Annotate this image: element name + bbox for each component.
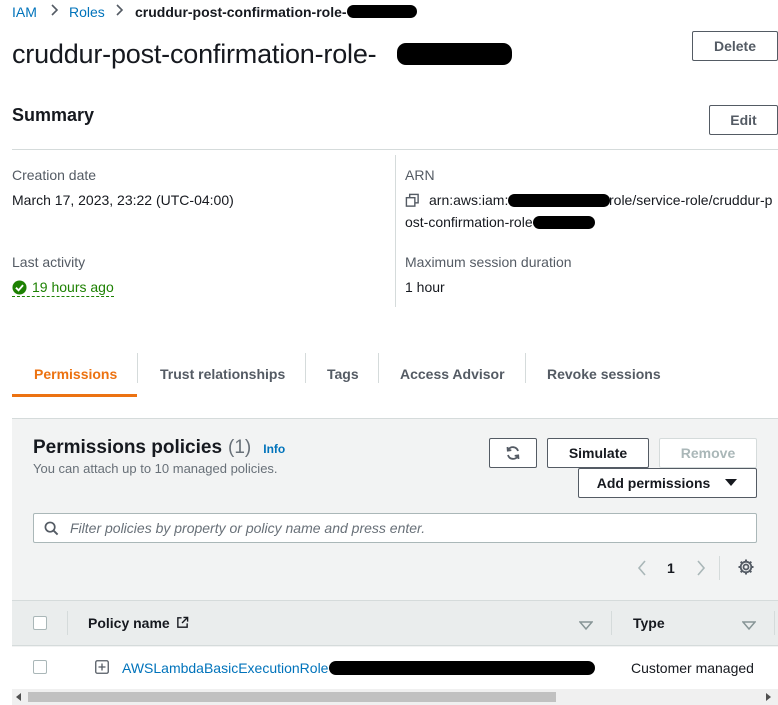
- chevron-right-icon: [115, 2, 125, 23]
- expand-plus-icon[interactable]: [95, 660, 109, 679]
- page-number[interactable]: 1: [667, 560, 675, 576]
- search-icon: [44, 521, 59, 536]
- delete-button[interactable]: Delete: [692, 31, 778, 61]
- tab-tags[interactable]: Tags: [327, 352, 359, 396]
- chevron-right-icon: [50, 2, 60, 23]
- next-page-icon[interactable]: [695, 559, 707, 582]
- horizontal-scrollbar[interactable]: [12, 689, 778, 705]
- column-divider: [774, 611, 775, 635]
- table-row: AWSLambdaBasicExecutionRole Customer man…: [12, 647, 778, 689]
- search-input[interactable]: [68, 514, 748, 542]
- redaction-mark: [329, 661, 595, 675]
- column-policy-name[interactable]: Policy name: [88, 615, 170, 631]
- refresh-icon: [506, 446, 520, 460]
- policy-type: Customer managed: [631, 660, 754, 676]
- add-permissions-button[interactable]: Add permissions: [578, 468, 757, 498]
- tab-revoke-sessions[interactable]: Revoke sessions: [547, 352, 661, 396]
- column-divider: [395, 155, 396, 307]
- sort-caret-down-icon[interactable]: [741, 618, 757, 636]
- last-activity-text: 19 hours ago: [32, 279, 114, 295]
- settings-gear-icon[interactable]: [737, 558, 755, 581]
- max-session-label: Maximum session duration: [405, 254, 572, 270]
- summary-heading: Summary: [12, 105, 95, 125]
- arn-prefix: arn:aws:iam:: [429, 192, 509, 208]
- redaction-mark: [533, 216, 595, 229]
- column-divider: [67, 611, 68, 635]
- refresh-button[interactable]: [489, 438, 537, 468]
- creation-date-value: March 17, 2023, 23:22 (UTC-04:00): [12, 192, 234, 208]
- page-title: cruddur-post-confirmation-role-: [12, 39, 377, 69]
- tab-separator: [378, 353, 379, 383]
- row-checkbox[interactable]: [33, 660, 47, 674]
- select-all-checkbox[interactable]: [33, 616, 47, 630]
- active-tab-indicator: [12, 394, 137, 397]
- tab-separator: [305, 353, 306, 383]
- column-divider: [611, 611, 612, 635]
- simulate-button[interactable]: Simulate: [547, 438, 649, 468]
- permissions-subtitle: You can attach up to 10 managed policies…: [33, 461, 278, 476]
- search-box: [33, 513, 757, 543]
- breadcrumb-roles-link[interactable]: Roles: [69, 4, 105, 20]
- permissions-title: Permissions policies: [33, 437, 223, 458]
- arn-label: ARN: [405, 167, 435, 183]
- divider: [12, 149, 778, 150]
- scroll-right-icon[interactable]: [764, 693, 772, 701]
- scroll-left-icon[interactable]: [15, 693, 23, 701]
- redaction-mark: [508, 194, 610, 207]
- edit-button[interactable]: Edit: [709, 105, 778, 135]
- breadcrumb-current: cruddur-post-confirmation-role-: [135, 4, 347, 20]
- policy-name-link[interactable]: AWSLambdaBasicExecutionRole: [122, 660, 328, 676]
- tab-separator: [525, 353, 526, 383]
- tab-access-advisor[interactable]: Access Advisor: [400, 352, 505, 396]
- arn-suffix: role/service-role/cruddur-p: [609, 192, 773, 208]
- max-session-value: 1 hour: [405, 279, 445, 295]
- creation-date-label: Creation date: [12, 167, 97, 183]
- tab-separator: [137, 353, 138, 383]
- last-activity-label: Last activity: [12, 254, 86, 270]
- permissions-count: (1): [228, 437, 252, 458]
- column-type[interactable]: Type: [633, 615, 665, 631]
- redaction-mark: [397, 43, 512, 65]
- pagination-divider: [719, 556, 720, 580]
- breadcrumb-iam-link[interactable]: IAM: [12, 4, 37, 20]
- external-link-icon: [176, 616, 189, 634]
- tab-trust-relationships[interactable]: Trust relationships: [160, 352, 285, 396]
- tab-permissions[interactable]: Permissions: [34, 352, 117, 396]
- redaction-mark: [347, 5, 417, 18]
- permissions-heading: Permissions policies (1) Info: [33, 437, 285, 459]
- remove-button[interactable]: Remove: [659, 438, 757, 468]
- prev-page-icon[interactable]: [636, 559, 648, 582]
- caret-down-icon: [725, 479, 738, 486]
- add-permissions-label: Add permissions: [596, 475, 711, 491]
- info-link[interactable]: Info: [263, 442, 285, 456]
- last-activity-value[interactable]: 19 hours ago: [12, 279, 114, 297]
- sort-caret-down-icon[interactable]: [578, 618, 594, 636]
- copy-icon[interactable]: [405, 193, 420, 213]
- scrollbar-thumb[interactable]: [28, 692, 556, 702]
- arn-line-2: ost-confirmation-role: [405, 214, 533, 230]
- check-circle-icon: [12, 279, 27, 295]
